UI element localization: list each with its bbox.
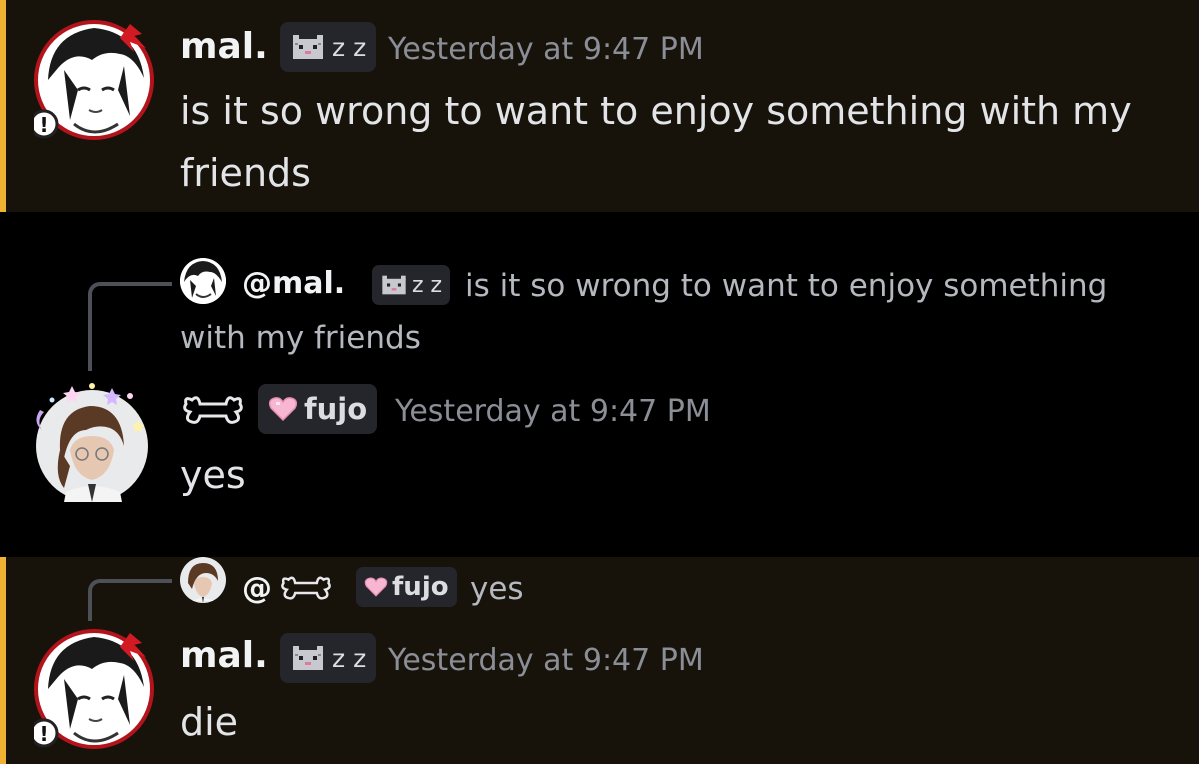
message-2: @mal. z z is it so wrong to want to enjo…: [0, 212, 1199, 557]
avatar-mal-image: !: [34, 20, 154, 140]
message-text: yes: [180, 453, 246, 497]
avatar-fujo-image: [36, 383, 148, 502]
user-tag[interactable]: z z: [280, 633, 377, 683]
reply-user-tag-text: fujo: [392, 572, 449, 602]
user-tag[interactable]: z z: [280, 22, 377, 72]
heart-icon: [268, 397, 298, 422]
reply-preview-text[interactable]: yes: [470, 563, 524, 615]
message-text: is it so wrong to want to enjoy somethin…: [180, 89, 1132, 195]
reply-preview-text[interactable]: is it so wrong to want to enjoy somethin…: [180, 260, 1160, 364]
svg-text:!: !: [39, 722, 48, 746]
bone-icon[interactable]: [280, 573, 332, 603]
user-tag-text: z z: [332, 32, 367, 62]
reply-author-prefix[interactable]: @: [242, 571, 272, 606]
user-tag-text: z z: [332, 643, 367, 673]
reply-avatar-fujo-image: [188, 563, 218, 603]
user-tag-text: fujo: [304, 392, 368, 426]
timestamp[interactable]: Yesterday at 9:47 PM: [395, 394, 711, 429]
svg-text:!: !: [39, 113, 48, 137]
message-1: ! mal. z z Yesterday at 9:47 PM is it so…: [0, 0, 1199, 212]
message-3: @ fujo yes ! mal. z z Yesterday at 9:47 …: [0, 557, 1199, 764]
avatar-mal[interactable]: !: [34, 629, 154, 749]
author-name[interactable]: mal.: [180, 635, 268, 676]
heart-icon: [364, 577, 388, 597]
avatar-mal[interactable]: !: [34, 20, 154, 140]
cat-icon: [293, 646, 323, 670]
timestamp[interactable]: Yesterday at 9:47 PM: [388, 643, 704, 678]
timestamp[interactable]: Yesterday at 9:47 PM: [388, 32, 704, 67]
author-name[interactable]: mal.: [180, 26, 268, 67]
cat-icon: [293, 35, 323, 59]
reply-preview-content: is it so wrong to want to enjoy somethin…: [180, 268, 1108, 356]
message-text: die: [180, 700, 239, 744]
reply-spine: [88, 282, 172, 371]
reply-spine: [88, 579, 172, 621]
reply-avatar-fujo[interactable]: [180, 557, 226, 603]
avatar-fujo[interactable]: [30, 380, 148, 502]
bone-icon[interactable]: [182, 392, 244, 428]
user-tag-fujo[interactable]: fujo: [258, 384, 378, 434]
reply-user-tag-fujo[interactable]: fujo: [356, 567, 457, 607]
avatar-mal-image: !: [34, 629, 154, 749]
